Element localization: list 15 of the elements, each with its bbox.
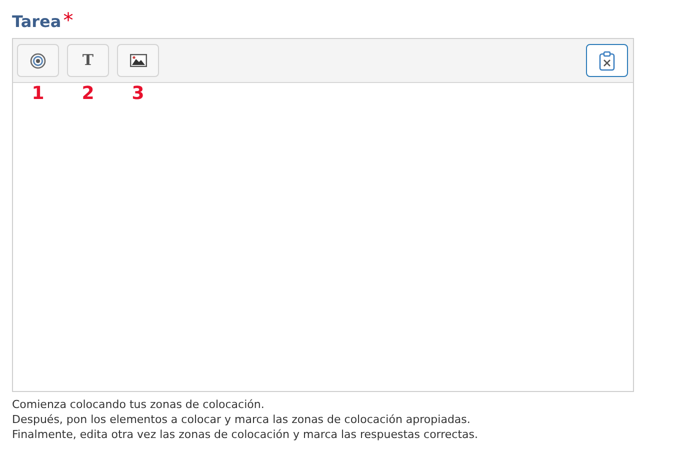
- image-icon: [130, 54, 146, 67]
- target-icon: [30, 52, 46, 68]
- image-button[interactable]: [117, 44, 159, 77]
- annotation-number: 1: [30, 83, 46, 105]
- annotation-number: 3: [130, 83, 146, 105]
- help-text: Finalmente, edita otra vez las zonas de colocación y marca las respuestas correctas.: [12, 427, 478, 442]
- field-label: Tarea: [12, 12, 62, 31]
- text-button[interactable]: T: [67, 44, 109, 77]
- clear-button[interactable]: [586, 44, 628, 77]
- help-text: Comienza colocando tus zonas de colocación.: [12, 397, 264, 412]
- drop-zone-button[interactable]: [17, 44, 59, 77]
- clipboard-icon: [598, 50, 616, 70]
- annotation-number: 2: [80, 83, 96, 105]
- required-mark: *: [63, 8, 74, 32]
- help-text: Después, pon los elementos a colocar y marca las zonas de colocación apropiadas.: [12, 412, 470, 427]
